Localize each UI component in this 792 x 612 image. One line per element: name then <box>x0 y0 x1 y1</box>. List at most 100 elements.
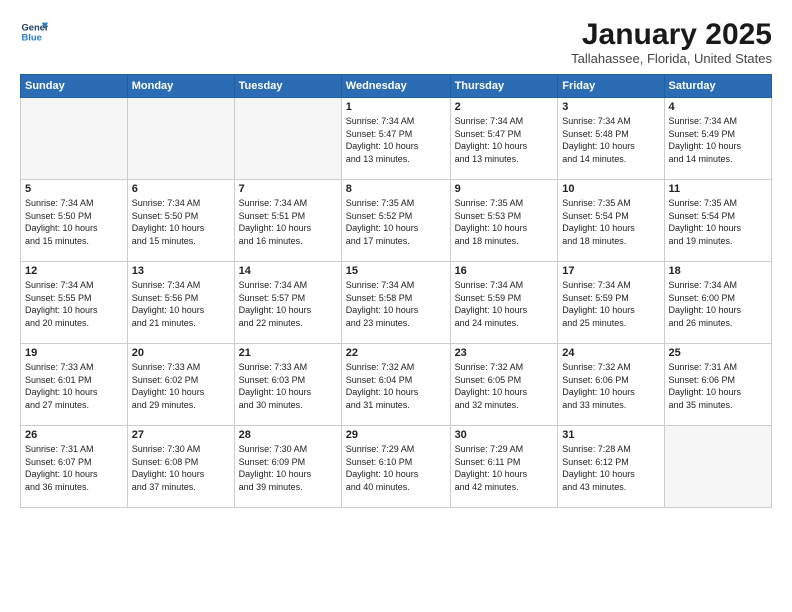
week-row: 1 Sunrise: 7:34 AM Sunset: 5:47 PM Daylig… <box>21 98 772 180</box>
day-info: Sunrise: 7:34 AM Sunset: 6:00 PM Dayligh… <box>669 279 767 329</box>
table-row <box>127 98 234 180</box>
day-number: 3 <box>562 101 659 113</box>
header: General Blue January 2025 Tallahassee, F… <box>20 18 772 66</box>
subtitle: Tallahassee, Florida, United States <box>571 51 772 66</box>
col-saturday: Saturday <box>664 75 771 98</box>
table-row: 10 Sunrise: 7:35 AM Sunset: 5:54 PM Dayli… <box>558 180 664 262</box>
day-number: 4 <box>669 101 767 113</box>
day-number: 24 <box>562 347 659 359</box>
col-thursday: Thursday <box>450 75 558 98</box>
table-row: 24 Sunrise: 7:32 AM Sunset: 6:06 PM Dayli… <box>558 344 664 426</box>
col-monday: Monday <box>127 75 234 98</box>
table-row: 27 Sunrise: 7:30 AM Sunset: 6:08 PM Dayli… <box>127 426 234 508</box>
week-row: 19Sunrise: 7:33 AM Sunset: 6:01 PM Dayli… <box>21 344 772 426</box>
table-row <box>21 98 128 180</box>
day-info: Sunrise: 7:30 AM Sunset: 6:08 PM Dayligh… <box>132 443 230 493</box>
day-info: Sunrise: 7:35 AM Sunset: 5:52 PM Dayligh… <box>346 197 446 247</box>
day-info: Sunrise: 7:34 AM Sunset: 5:56 PM Dayligh… <box>132 279 230 329</box>
day-info: Sunrise: 7:33 AM Sunset: 6:03 PM Dayligh… <box>239 361 337 411</box>
day-number: 1 <box>346 101 446 113</box>
day-info: Sunrise: 7:33 AM Sunset: 6:01 PM Dayligh… <box>25 361 123 411</box>
day-info: Sunrise: 7:34 AM Sunset: 5:47 PM Dayligh… <box>455 115 554 165</box>
table-row <box>664 426 771 508</box>
day-number: 6 <box>132 183 230 195</box>
table-row: 29 Sunrise: 7:29 AM Sunset: 6:10 PM Dayli… <box>341 426 450 508</box>
table-row: 28 Sunrise: 7:30 AM Sunset: 6:09 PM Dayli… <box>234 426 341 508</box>
table-row: 16Sunrise: 7:34 AM Sunset: 5:59 PM Dayli… <box>450 262 558 344</box>
day-number: 30 <box>455 429 554 441</box>
logo-icon: General Blue <box>20 18 48 46</box>
svg-text:Blue: Blue <box>22 33 42 43</box>
table-row: 1 Sunrise: 7:34 AM Sunset: 5:47 PM Daylig… <box>341 98 450 180</box>
day-number: 9 <box>455 183 554 195</box>
day-number: 14 <box>239 265 337 277</box>
day-info: Sunrise: 7:34 AM Sunset: 5:47 PM Dayligh… <box>346 115 446 165</box>
day-info: Sunrise: 7:34 AM Sunset: 5:55 PM Dayligh… <box>25 279 123 329</box>
table-row: 23 Sunrise: 7:32 AM Sunset: 6:05 PM Dayli… <box>450 344 558 426</box>
day-info: Sunrise: 7:34 AM Sunset: 5:57 PM Dayligh… <box>239 279 337 329</box>
col-sunday: Sunday <box>21 75 128 98</box>
day-info: Sunrise: 7:32 AM Sunset: 6:05 PM Dayligh… <box>455 361 554 411</box>
page: General Blue January 2025 Tallahassee, F… <box>0 0 792 612</box>
table-row: 12Sunrise: 7:34 AM Sunset: 5:55 PM Dayli… <box>21 262 128 344</box>
day-info: Sunrise: 7:31 AM Sunset: 6:06 PM Dayligh… <box>669 361 767 411</box>
day-number: 28 <box>239 429 337 441</box>
table-row: 6 Sunrise: 7:34 AM Sunset: 5:50 PM Daylig… <box>127 180 234 262</box>
calendar: Sunday Monday Tuesday Wednesday Thursday… <box>20 74 772 508</box>
day-number: 31 <box>562 429 659 441</box>
table-row: 17 Sunrise: 7:34 AM Sunset: 5:59 PM Dayli… <box>558 262 664 344</box>
table-row: 11Sunrise: 7:35 AM Sunset: 5:54 PM Dayli… <box>664 180 771 262</box>
day-number: 17 <box>562 265 659 277</box>
table-row: 2 Sunrise: 7:34 AM Sunset: 5:47 PM Daylig… <box>450 98 558 180</box>
title-block: January 2025 Tallahassee, Florida, Unite… <box>571 18 772 66</box>
table-row: 18 Sunrise: 7:34 AM Sunset: 6:00 PM Dayli… <box>664 262 771 344</box>
table-row: 26Sunrise: 7:31 AM Sunset: 6:07 PM Dayli… <box>21 426 128 508</box>
col-friday: Friday <box>558 75 664 98</box>
day-number: 2 <box>455 101 554 113</box>
table-row: 30 Sunrise: 7:29 AM Sunset: 6:11 PM Dayli… <box>450 426 558 508</box>
table-row: 19Sunrise: 7:33 AM Sunset: 6:01 PM Dayli… <box>21 344 128 426</box>
day-info: Sunrise: 7:29 AM Sunset: 6:10 PM Dayligh… <box>346 443 446 493</box>
week-row: 5 Sunrise: 7:34 AM Sunset: 5:50 PM Daylig… <box>21 180 772 262</box>
day-number: 20 <box>132 347 230 359</box>
day-info: Sunrise: 7:34 AM Sunset: 5:50 PM Dayligh… <box>132 197 230 247</box>
day-number: 5 <box>25 183 123 195</box>
table-row: 7 Sunrise: 7:34 AM Sunset: 5:51 PM Daylig… <box>234 180 341 262</box>
day-info: Sunrise: 7:30 AM Sunset: 6:09 PM Dayligh… <box>239 443 337 493</box>
logo: General Blue <box>20 18 48 46</box>
day-number: 10 <box>562 183 659 195</box>
day-info: Sunrise: 7:34 AM Sunset: 5:51 PM Dayligh… <box>239 197 337 247</box>
day-number: 18 <box>669 265 767 277</box>
table-row: 13 Sunrise: 7:34 AM Sunset: 5:56 PM Dayli… <box>127 262 234 344</box>
day-info: Sunrise: 7:33 AM Sunset: 6:02 PM Dayligh… <box>132 361 230 411</box>
day-number: 26 <box>25 429 123 441</box>
table-row <box>234 98 341 180</box>
day-number: 8 <box>346 183 446 195</box>
week-row: 12Sunrise: 7:34 AM Sunset: 5:55 PM Dayli… <box>21 262 772 344</box>
day-info: Sunrise: 7:35 AM Sunset: 5:54 PM Dayligh… <box>669 197 767 247</box>
table-row: 3 Sunrise: 7:34 AM Sunset: 5:48 PM Daylig… <box>558 98 664 180</box>
table-row: 9 Sunrise: 7:35 AM Sunset: 5:53 PM Daylig… <box>450 180 558 262</box>
week-row: 26Sunrise: 7:31 AM Sunset: 6:07 PM Dayli… <box>21 426 772 508</box>
day-number: 25 <box>669 347 767 359</box>
day-number: 22 <box>346 347 446 359</box>
day-info: Sunrise: 7:34 AM Sunset: 5:50 PM Dayligh… <box>25 197 123 247</box>
table-row: 20 Sunrise: 7:33 AM Sunset: 6:02 PM Dayli… <box>127 344 234 426</box>
day-info: Sunrise: 7:34 AM Sunset: 5:48 PM Dayligh… <box>562 115 659 165</box>
day-number: 15 <box>346 265 446 277</box>
day-number: 29 <box>346 429 446 441</box>
day-info: Sunrise: 7:32 AM Sunset: 6:04 PM Dayligh… <box>346 361 446 411</box>
table-row: 5 Sunrise: 7:34 AM Sunset: 5:50 PM Daylig… <box>21 180 128 262</box>
month-title: January 2025 <box>571 18 772 51</box>
day-info: Sunrise: 7:35 AM Sunset: 5:53 PM Dayligh… <box>455 197 554 247</box>
day-info: Sunrise: 7:29 AM Sunset: 6:11 PM Dayligh… <box>455 443 554 493</box>
day-info: Sunrise: 7:34 AM Sunset: 5:59 PM Dayligh… <box>562 279 659 329</box>
day-number: 7 <box>239 183 337 195</box>
day-info: Sunrise: 7:32 AM Sunset: 6:06 PM Dayligh… <box>562 361 659 411</box>
day-number: 27 <box>132 429 230 441</box>
day-number: 13 <box>132 265 230 277</box>
day-info: Sunrise: 7:35 AM Sunset: 5:54 PM Dayligh… <box>562 197 659 247</box>
table-row: 31Sunrise: 7:28 AM Sunset: 6:12 PM Dayli… <box>558 426 664 508</box>
day-info: Sunrise: 7:34 AM Sunset: 5:59 PM Dayligh… <box>455 279 554 329</box>
day-number: 23 <box>455 347 554 359</box>
